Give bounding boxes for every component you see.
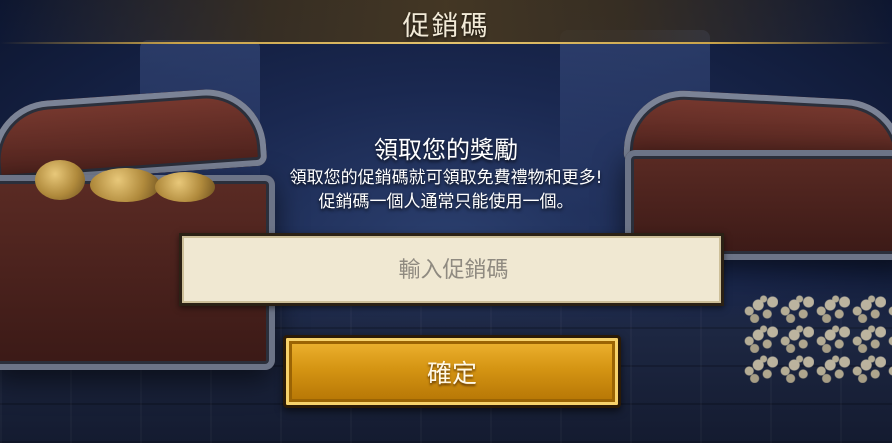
title-bar: 促銷碼 — [0, 0, 892, 44]
reward-description: 領取您的促銷碼就可領取免費禮物和更多! 促銷碼一個人通常只能使用一個。 — [0, 166, 892, 214]
page-title: 促銷碼 — [402, 11, 490, 42]
confirm-button[interactable]: 確定 — [283, 335, 621, 408]
scattered-coins — [742, 293, 892, 383]
promo-code-input[interactable] — [182, 236, 725, 305]
description-line: 領取您的促銷碼就可領取免費禮物和更多! — [289, 168, 603, 188]
description-line: 促銷碼一個人通常只能使用一個。 — [318, 192, 574, 212]
reward-heading: 領取您的獎勵 — [374, 136, 518, 164]
confirm-button-label: 確定 — [426, 358, 477, 388]
promo-code-field-frame — [179, 233, 725, 306]
